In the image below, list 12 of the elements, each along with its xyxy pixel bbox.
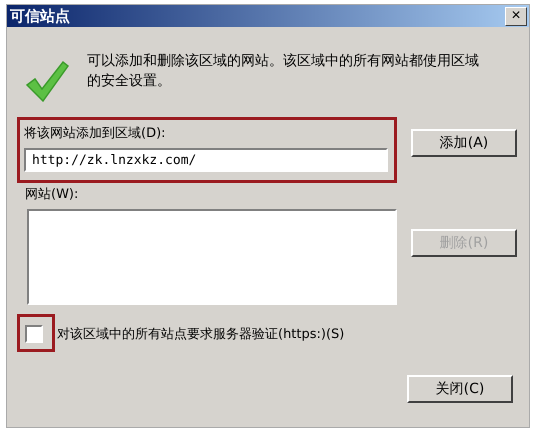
list-label: 网站(W):: [25, 186, 80, 203]
description-text: 可以添加和删除该区域的网站。该区域中的所有网站都使用区域的安全设置。: [87, 52, 480, 91]
checkbox[interactable]: [25, 325, 43, 343]
window-title: 可信站点: [10, 6, 70, 26]
close-button[interactable]: ×: [505, 6, 527, 26]
field-label: 将该网站添加到区域(D):: [24, 125, 167, 142]
dialog-button[interactable]: 关闭(C): [407, 375, 513, 403]
website-list[interactable]: [27, 209, 397, 305]
url-field[interactable]: http://zk.lnzxkz.com/: [24, 148, 388, 172]
dialog-button[interactable]: 添加(A): [411, 129, 517, 157]
checkbox-label: 对该区域中的所有站点要求服务器验证(https:)(S): [57, 326, 344, 343]
checkmark-icon: [25, 59, 69, 103]
